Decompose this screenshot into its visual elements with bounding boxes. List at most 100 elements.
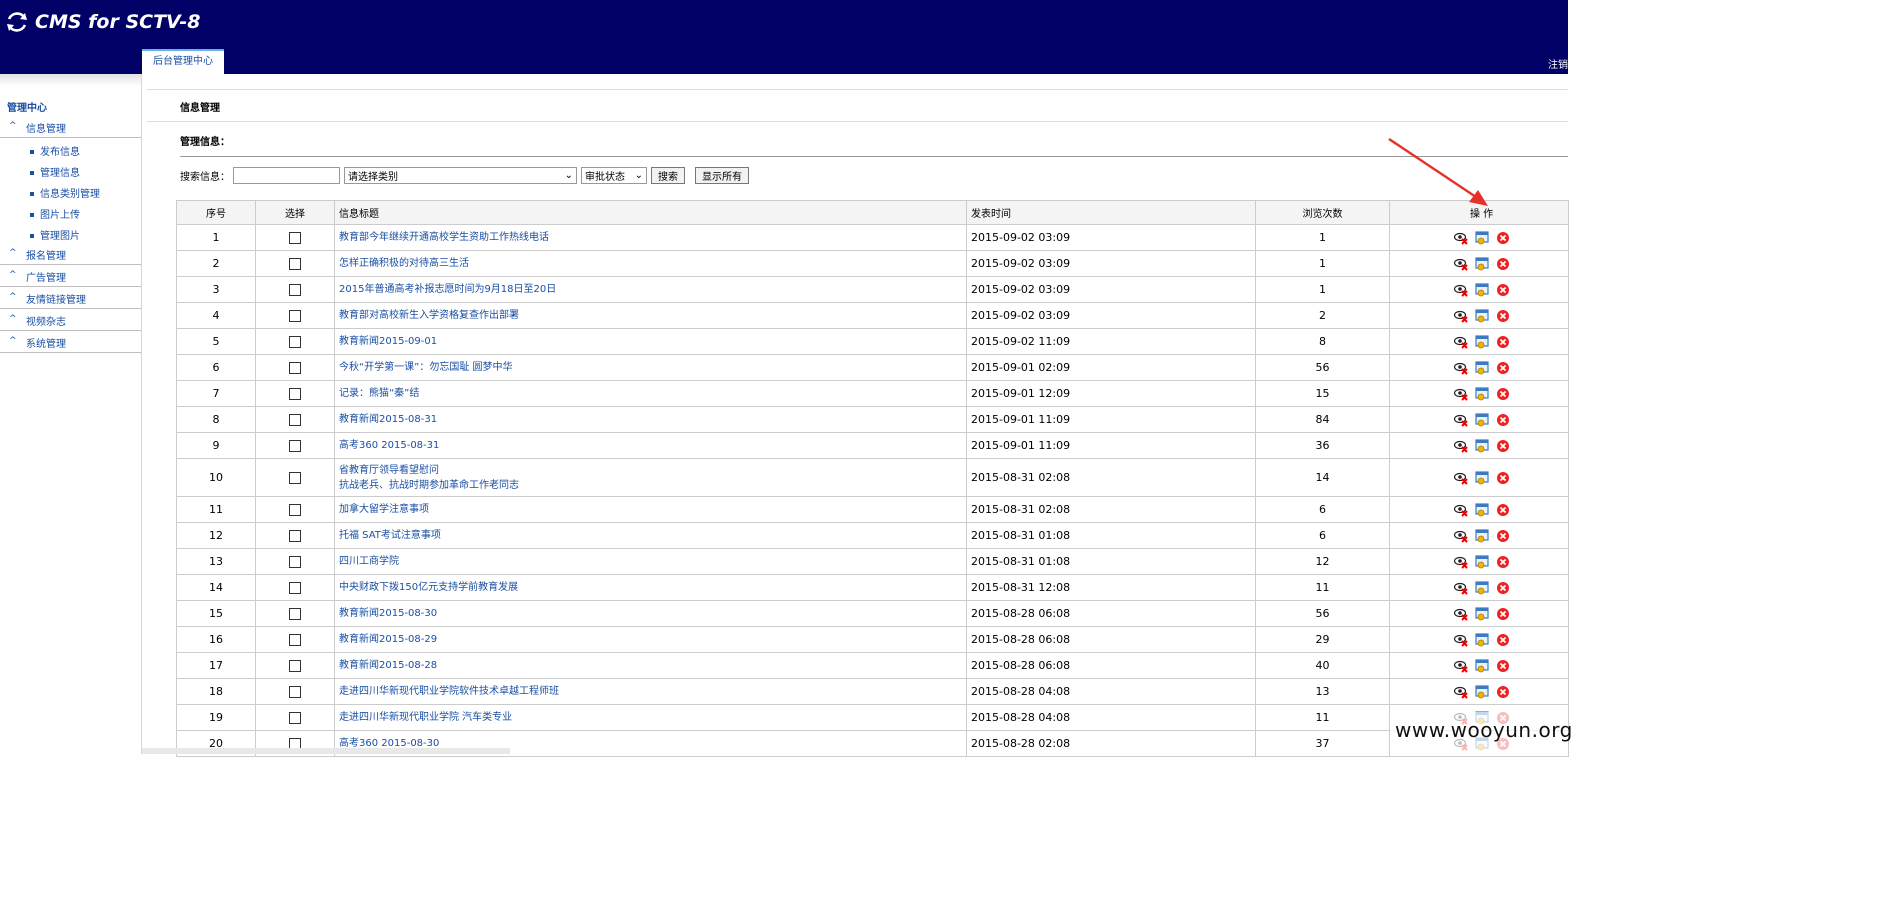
delete-icon[interactable] bbox=[1496, 555, 1511, 569]
delete-icon[interactable] bbox=[1496, 659, 1511, 673]
row-title-link[interactable]: 教育部对高校新生入学资格复查作出部署 bbox=[334, 302, 967, 329]
row-checkbox[interactable] bbox=[289, 414, 301, 426]
hide-view-icon[interactable] bbox=[1453, 685, 1469, 699]
hide-view-icon[interactable] bbox=[1453, 257, 1469, 271]
hide-view-icon[interactable] bbox=[1453, 555, 1469, 569]
edit-icon[interactable] bbox=[1475, 554, 1490, 569]
delete-icon[interactable] bbox=[1496, 685, 1511, 699]
show-all-button[interactable]: 显示所有 bbox=[695, 167, 749, 184]
row-checkbox[interactable] bbox=[289, 362, 301, 374]
sidebar-item-manage-info[interactable]: 管理信息 bbox=[30, 164, 80, 179]
row-checkbox[interactable] bbox=[289, 712, 301, 724]
search-input[interactable] bbox=[233, 167, 340, 184]
edit-icon[interactable] bbox=[1475, 606, 1490, 621]
row-title-link[interactable]: 省教育厅领导看望慰问 抗战老兵、抗战时期参加革命工作老同志 bbox=[334, 458, 967, 497]
edit-icon[interactable] bbox=[1475, 502, 1490, 517]
sidebar-item-upload[interactable]: 图片上传 bbox=[30, 206, 80, 221]
delete-icon[interactable] bbox=[1496, 361, 1511, 375]
row-checkbox[interactable] bbox=[289, 336, 301, 348]
delete-icon[interactable] bbox=[1496, 503, 1511, 517]
row-checkbox[interactable] bbox=[289, 472, 301, 484]
row-checkbox[interactable] bbox=[289, 634, 301, 646]
edit-icon[interactable] bbox=[1475, 438, 1490, 453]
row-title-link[interactable]: 教育新闻2015-08-31 bbox=[334, 406, 967, 433]
row-title-link[interactable]: 中央财政下拨150亿元支持学前教育发展 bbox=[334, 574, 967, 601]
hide-view-icon[interactable] bbox=[1453, 471, 1469, 485]
edit-icon[interactable] bbox=[1475, 334, 1490, 349]
sidebar-item-manage-images[interactable]: 管理图片 bbox=[30, 227, 80, 242]
row-title-link[interactable]: 高考360 2015-08-31 bbox=[334, 432, 967, 459]
edit-icon[interactable] bbox=[1475, 308, 1490, 323]
row-title-link[interactable]: 教育新闻2015-08-29 bbox=[334, 626, 967, 653]
edit-icon[interactable] bbox=[1475, 360, 1490, 375]
hide-view-icon[interactable] bbox=[1453, 581, 1469, 595]
row-title-link[interactable]: 记录：熊猫“秦”结 bbox=[334, 380, 967, 407]
edit-icon[interactable] bbox=[1475, 658, 1490, 673]
row-checkbox[interactable] bbox=[289, 608, 301, 620]
sidebar-group-links[interactable]: ^ 友情链接管理 bbox=[0, 288, 141, 309]
delete-icon[interactable] bbox=[1496, 413, 1511, 427]
row-checkbox[interactable] bbox=[289, 530, 301, 542]
delete-icon[interactable] bbox=[1496, 231, 1511, 245]
delete-icon[interactable] bbox=[1496, 439, 1511, 453]
hide-view-icon[interactable] bbox=[1453, 503, 1469, 517]
status-select[interactable]: 审批状态 ⌄ bbox=[581, 167, 647, 184]
delete-icon[interactable] bbox=[1496, 283, 1511, 297]
row-title-link[interactable]: 教育新闻2015-09-01 bbox=[334, 328, 967, 355]
horizontal-scrollbar[interactable] bbox=[142, 748, 510, 754]
row-checkbox[interactable] bbox=[289, 686, 301, 698]
row-title-link[interactable]: 今秋“开学第一课”：勿忘国耻 圆梦中华 bbox=[334, 354, 967, 381]
edit-icon[interactable] bbox=[1475, 470, 1490, 485]
row-checkbox[interactable] bbox=[289, 504, 301, 516]
delete-icon[interactable] bbox=[1496, 471, 1511, 485]
edit-icon[interactable] bbox=[1475, 412, 1490, 427]
delete-icon[interactable] bbox=[1496, 335, 1511, 349]
hide-view-icon[interactable] bbox=[1453, 659, 1469, 673]
edit-icon[interactable] bbox=[1475, 632, 1490, 647]
edit-icon[interactable] bbox=[1475, 684, 1490, 699]
row-title-link[interactable]: 2015年普通高考补报志愿时间为9月18日至20日 bbox=[334, 276, 967, 303]
category-select[interactable]: 请选择类别 ⌄ bbox=[344, 167, 577, 184]
sidebar-group-system[interactable]: ^ 系统管理 bbox=[0, 332, 141, 353]
row-checkbox[interactable] bbox=[289, 232, 301, 244]
sidebar-group-video[interactable]: ^ 视频杂志 bbox=[0, 310, 141, 331]
delete-icon[interactable] bbox=[1496, 633, 1511, 647]
edit-icon[interactable] bbox=[1475, 256, 1490, 271]
row-title-link[interactable]: 加拿大留学注意事项 bbox=[334, 496, 967, 523]
hide-view-icon[interactable] bbox=[1453, 283, 1469, 297]
row-checkbox[interactable] bbox=[289, 582, 301, 594]
hide-view-icon[interactable] bbox=[1453, 309, 1469, 323]
hide-view-icon[interactable] bbox=[1453, 439, 1469, 453]
hide-view-icon[interactable] bbox=[1453, 413, 1469, 427]
delete-icon[interactable] bbox=[1496, 387, 1511, 401]
row-checkbox[interactable] bbox=[289, 440, 301, 452]
sidebar-item-category[interactable]: 信息类别管理 bbox=[30, 185, 100, 200]
row-checkbox[interactable] bbox=[289, 660, 301, 672]
edit-icon[interactable] bbox=[1475, 386, 1490, 401]
row-checkbox[interactable] bbox=[289, 388, 301, 400]
row-checkbox[interactable] bbox=[289, 258, 301, 270]
row-title-link[interactable]: 教育新闻2015-08-28 bbox=[334, 652, 967, 679]
sidebar-group-info[interactable]: ^ 信息管理 bbox=[0, 117, 141, 138]
hide-view-icon[interactable] bbox=[1453, 387, 1469, 401]
edit-icon[interactable] bbox=[1475, 282, 1490, 297]
tab-admin-center[interactable]: 后台管理中心 bbox=[142, 49, 224, 74]
delete-icon[interactable] bbox=[1496, 581, 1511, 595]
edit-icon[interactable] bbox=[1475, 580, 1490, 595]
row-title-link[interactable]: 走进四川华新现代职业学院 汽车类专业 bbox=[334, 704, 967, 731]
hide-view-icon[interactable] bbox=[1453, 361, 1469, 375]
row-title-link[interactable]: 教育部今年继续开通高校学生资助工作热线电话 bbox=[334, 224, 967, 251]
delete-icon[interactable] bbox=[1496, 257, 1511, 271]
sidebar-item-publish[interactable]: 发布信息 bbox=[30, 143, 80, 158]
row-title-link[interactable]: 走进四川华新现代职业学院软件技术卓越工程师班 bbox=[334, 678, 967, 705]
hide-view-icon[interactable] bbox=[1453, 607, 1469, 621]
edit-icon[interactable] bbox=[1475, 528, 1490, 543]
row-title-link[interactable]: 托福 SAT考试注意事项 bbox=[334, 522, 967, 549]
row-checkbox[interactable] bbox=[289, 556, 301, 568]
hide-view-icon[interactable] bbox=[1453, 529, 1469, 543]
row-checkbox[interactable] bbox=[289, 284, 301, 296]
row-title-link[interactable]: 怎样正确积极的对待高三生活 bbox=[334, 250, 967, 277]
delete-icon[interactable] bbox=[1496, 309, 1511, 323]
hide-view-icon[interactable] bbox=[1453, 633, 1469, 647]
delete-icon[interactable] bbox=[1496, 607, 1511, 621]
